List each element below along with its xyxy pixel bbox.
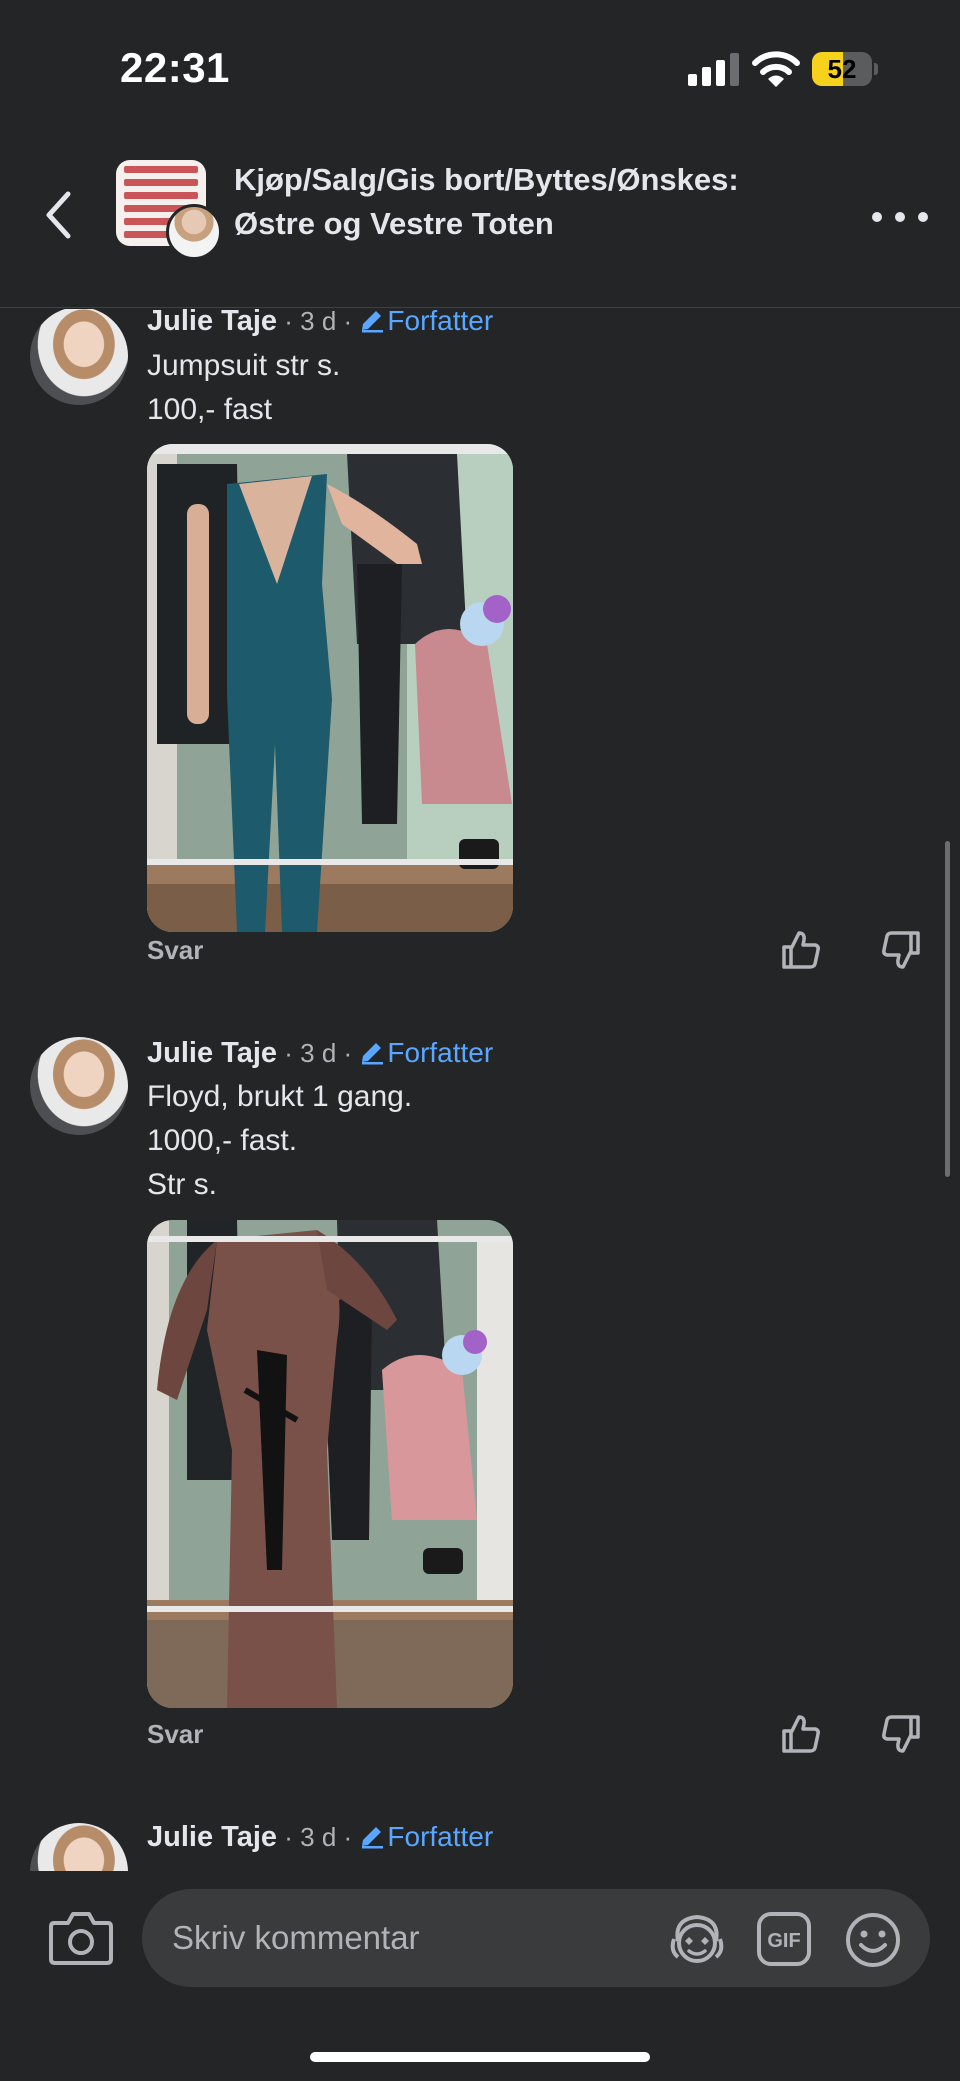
comment-text: Jumpsuit str s. 100,- fast — [147, 344, 340, 432]
comment-line: Jumpsuit str s. — [147, 349, 341, 382]
dislike-button[interactable] — [876, 1709, 926, 1759]
thumbs-down-icon — [882, 1715, 920, 1753]
comment-author-line: Julie Taje · 3 d · Forfatter — [147, 309, 493, 339]
comment-line: 100,- fast — [147, 393, 273, 426]
comment-item: Julie Taje · 3 d · Forfatter Jumpsuit st… — [0, 309, 960, 1039]
gif-label: GIF — [767, 1930, 800, 1952]
comment-item: Julie Taje · 3 d · Forfatter Floyd, bruk… — [0, 1035, 960, 1815]
comment-input[interactable] — [172, 1889, 652, 1987]
author-badge-label: Forfatter — [387, 1037, 494, 1068]
avatar-sticker-button[interactable] — [668, 1911, 726, 1967]
more-dot — [872, 212, 882, 222]
comments-feed[interactable]: Julie Taje · 3 d · Forfatter Jumpsuit st… — [0, 309, 960, 1871]
comment-author[interactable]: Julie Taje — [147, 309, 277, 337]
comment-text: Floyd, brukt 1 gang. 1000,- fast. Str s. — [147, 1075, 412, 1207]
pencil-icon — [362, 1827, 384, 1849]
comment-author[interactable]: Julie Taje — [147, 1037, 277, 1069]
comment-input-container: GIF — [142, 1889, 930, 1987]
comment-photo-jumpsuit[interactable] — [147, 444, 513, 932]
comment-line: 1000,- fast. — [147, 1124, 298, 1157]
comment-meta: · 3 d · — [277, 1038, 360, 1068]
author-badge: Forfatter — [359, 1037, 493, 1068]
comment-line: Floyd, brukt 1 gang. — [147, 1080, 413, 1113]
battery-indicator: 52 — [812, 52, 878, 86]
status-time: 22:31 — [120, 44, 230, 91]
pencil-icon — [362, 1043, 384, 1065]
commenter-avatar[interactable] — [30, 1823, 128, 1871]
home-indicator — [310, 2052, 650, 2062]
group-title[interactable]: Kjøp/Salg/Gis bort/Byttes/Ønskes: Østre … — [234, 158, 834, 246]
group-title-line-1: Kjøp/Salg/Gis bort/Byttes/Ønskes: — [234, 162, 739, 197]
post-header: Kjøp/Salg/Gis bort/Byttes/Ønskes: Østre … — [0, 140, 960, 308]
gif-button[interactable]: GIF — [756, 1911, 812, 1967]
avatar-sticker-icon — [670, 1914, 724, 1963]
camera-icon — [49, 1912, 113, 1965]
comment-meta: · 3 d · — [277, 309, 360, 336]
jumpsuit-photo-image — [147, 444, 513, 932]
camera-button[interactable] — [48, 1909, 114, 1967]
smiley-icon — [846, 1913, 900, 1967]
group-thumbnail[interactable] — [116, 160, 224, 260]
comment-item: Julie Taje · 3 d · Forfatter — [0, 1815, 960, 1871]
comment-meta: · 3 d · — [277, 1822, 360, 1852]
author-badge-label: Forfatter — [387, 1821, 494, 1852]
pencil-icon — [362, 311, 384, 333]
status-bar: 22:31 52 — [0, 0, 960, 140]
author-avatar-small — [166, 204, 222, 260]
emoji-button[interactable] — [844, 1911, 902, 1969]
like-button[interactable] — [776, 925, 826, 975]
more-options-button[interactable] — [872, 202, 928, 232]
author-badge-label: Forfatter — [387, 309, 494, 336]
author-badge: Forfatter — [359, 309, 493, 336]
comment-line: Str s. — [147, 1168, 218, 1201]
battery-level: 52 — [827, 54, 857, 84]
feed-scrollbar[interactable] — [945, 841, 950, 1177]
thumbs-up-icon — [782, 931, 820, 969]
back-button[interactable] — [30, 180, 86, 250]
cellular-signal-icon — [688, 53, 739, 86]
author-badge: Forfatter — [359, 1821, 493, 1852]
more-dot — [918, 212, 928, 222]
comment-author-line: Julie Taje · 3 d · Forfatter — [147, 1035, 493, 1071]
comment-composer: GIF — [0, 1871, 960, 2081]
battery-body: 52 — [812, 52, 872, 86]
group-title-line-2: Østre og Vestre Toten — [234, 206, 554, 241]
thumbs-up-icon — [782, 1715, 820, 1753]
more-dot — [895, 212, 905, 222]
sequin-dress-photo-image — [147, 1220, 513, 1708]
reply-button[interactable]: Svar — [147, 1719, 203, 1750]
dislike-button[interactable] — [876, 925, 926, 975]
comment-photo-sequin-dress[interactable] — [147, 1220, 513, 1708]
like-button[interactable] — [776, 1709, 826, 1759]
commenter-avatar[interactable] — [30, 309, 128, 405]
gif-icon: GIF — [757, 1912, 811, 1966]
reply-button[interactable]: Svar — [147, 935, 203, 966]
wifi-icon — [752, 51, 800, 87]
thumbs-down-icon — [882, 931, 920, 969]
chevron-left-icon — [46, 191, 71, 239]
commenter-avatar[interactable] — [30, 1037, 128, 1135]
comment-author[interactable]: Julie Taje — [147, 1821, 277, 1853]
comment-author-line: Julie Taje · 3 d · Forfatter — [147, 1819, 493, 1855]
battery-cap — [874, 63, 878, 75]
